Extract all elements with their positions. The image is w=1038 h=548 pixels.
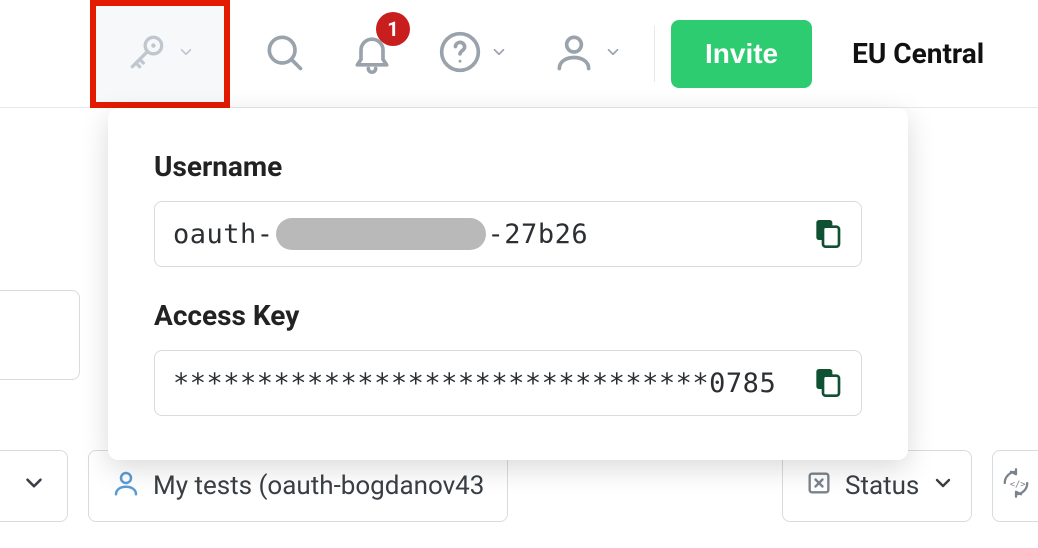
accesskey-field-row: ********************************0785: [154, 350, 862, 416]
filter-chevron-button[interactable]: [0, 450, 68, 522]
copy-accesskey-button[interactable]: [811, 365, 843, 401]
invite-button[interactable]: Invite: [671, 20, 812, 88]
status-filter[interactable]: Status: [782, 450, 972, 522]
code-refresh-icon: </>: [1001, 468, 1031, 505]
spacer: [528, 450, 762, 522]
credentials-dropdown-panel: Username oauth- -27b26 Access Key ******…: [108, 108, 908, 460]
background-panel-fragment: [0, 290, 80, 380]
help-dropdown[interactable]: [416, 24, 530, 84]
chevron-down-icon: [931, 471, 955, 502]
username-prefix: oauth-: [173, 219, 274, 250]
chevron-down-icon: [21, 470, 47, 503]
help-icon: [438, 30, 482, 78]
key-icon: [125, 30, 169, 78]
username-group: Username oauth- -27b26: [154, 150, 862, 267]
accesskey-group: Access Key *****************************…: [154, 299, 862, 416]
notifications-button[interactable]: 1: [328, 24, 416, 84]
username-field-row: oauth- -27b26: [154, 201, 862, 267]
status-filter-label: Status: [845, 471, 919, 501]
tests-filter[interactable]: My tests (oauth-bogdanov4320-27b26): [88, 450, 508, 522]
credentials-dropdown-trigger[interactable]: [90, 0, 230, 108]
chevron-down-icon: [604, 43, 622, 65]
chevron-down-icon: [177, 43, 195, 65]
notification-badge: 1: [376, 12, 410, 46]
account-dropdown[interactable]: [530, 24, 644, 84]
chevron-down-icon: [490, 43, 508, 65]
username-label: Username: [154, 150, 862, 183]
search-button[interactable]: [240, 24, 328, 84]
svg-text:</>: </>: [1009, 479, 1025, 489]
tests-filter-label: My tests (oauth-bogdanov4320-27b26): [153, 471, 485, 501]
search-icon: [262, 30, 306, 78]
user-icon: [552, 30, 596, 78]
code-filter-button[interactable]: </>: [992, 450, 1038, 522]
copy-icon: [811, 365, 843, 401]
region-selector[interactable]: EU Central: [852, 37, 984, 70]
accesskey-value: ********************************0785: [173, 368, 803, 399]
status-icon: [805, 469, 833, 504]
username-suffix: -27b26: [488, 219, 589, 250]
user-outline-icon: [111, 468, 141, 505]
divider: [654, 26, 655, 82]
copy-username-button[interactable]: [811, 216, 843, 252]
top-toolbar: 1 Invite EU Central: [0, 0, 1038, 108]
accesskey-label: Access Key: [154, 299, 862, 332]
bottom-filter-row: My tests (oauth-bogdanov4320-27b26) Stat…: [0, 450, 1038, 522]
username-value: oauth- -27b26: [173, 218, 803, 250]
redacted-segment: [276, 218, 486, 250]
copy-icon: [811, 216, 843, 252]
